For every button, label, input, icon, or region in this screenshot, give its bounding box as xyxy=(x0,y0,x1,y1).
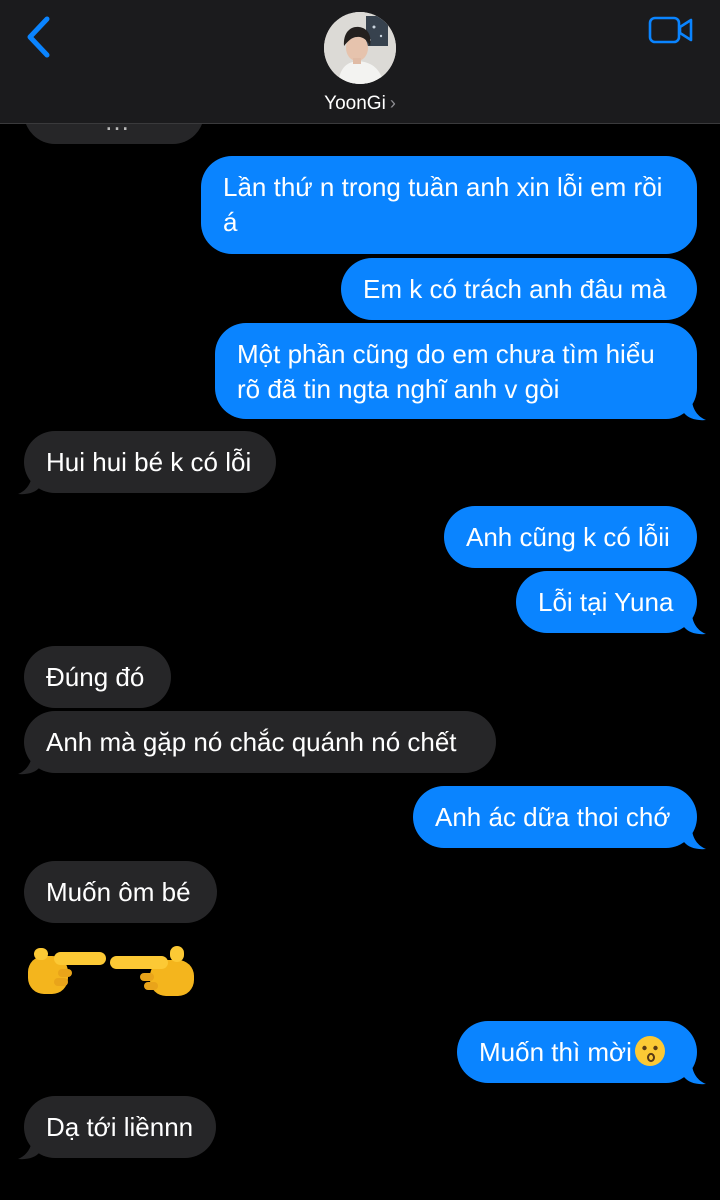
emoji-message[interactable] xyxy=(24,938,204,1000)
message-bubble-incoming[interactable]: Đúng đó xyxy=(24,646,171,708)
bubble-tail xyxy=(684,613,706,635)
message-text: Muốn ôm bé xyxy=(46,877,191,907)
bubble-tail xyxy=(684,399,706,421)
message-text: Anh mà gặp nó chắc quánh nó chết xyxy=(46,727,457,757)
bubble-tail xyxy=(684,828,706,850)
message-text: Đúng đó xyxy=(46,662,145,692)
message-bubble-outgoing[interactable]: Anh ác dữa thoi chớ xyxy=(413,786,697,848)
bubble-tail xyxy=(18,473,40,495)
message-text: Anh ác dữa thoi chớ xyxy=(435,802,671,832)
avatar[interactable] xyxy=(324,12,396,84)
message-bubble-incoming[interactable]: Hui hui bé k có lỗi xyxy=(24,431,276,493)
message-bubble-outgoing[interactable]: Lỗi tại Yuna xyxy=(516,571,697,633)
avatar-photo xyxy=(324,12,396,84)
message-text: Em k có trách anh đâu mà xyxy=(363,274,667,304)
message-text: Muốn thì mời xyxy=(479,1037,632,1067)
message-bubble-incoming[interactable]: Muốn ôm bé xyxy=(24,861,217,923)
back-button[interactable] xyxy=(20,14,60,60)
bubble-tail xyxy=(18,1138,40,1160)
message-text: Một phần cũng do em chưa tìm hiểu rõ đã … xyxy=(237,339,655,404)
bubble-tail xyxy=(18,753,40,775)
message-bubble-incoming[interactable]: Dạ tới liềnnn xyxy=(24,1096,216,1158)
message-bubble-outgoing[interactable]: Muốn thì mời xyxy=(457,1021,697,1083)
bubble-tail xyxy=(684,1063,706,1085)
pointing-fingers-emoji xyxy=(28,946,194,996)
conversation-header: YoonGi › xyxy=(0,0,720,124)
chevron-right-icon: › xyxy=(389,93,396,113)
chevron-left-icon xyxy=(27,16,50,58)
message-text: Anh cũng k có lỗii xyxy=(466,522,670,552)
message-text: Lần thứ n trong tuần anh xin lỗi em rồi … xyxy=(223,172,663,237)
kissing-face-emoji xyxy=(634,1036,665,1066)
message-bubble-outgoing[interactable]: Lần thứ n trong tuần anh xin lỗi em rồi … xyxy=(201,156,697,254)
video-camera-icon xyxy=(648,16,693,44)
message-bubble-outgoing[interactable]: Em k có trách anh đâu mà xyxy=(341,258,697,320)
message-bubble-outgoing[interactable]: Anh cũng k có lỗii xyxy=(444,506,697,568)
message-bubble-outgoing[interactable]: Một phần cũng do em chưa tìm hiểu rõ đã … xyxy=(215,323,697,419)
contact-name: YoonGi xyxy=(324,93,386,114)
video-call-button[interactable] xyxy=(646,14,696,50)
contact-name-button[interactable]: YoonGi › xyxy=(0,93,720,115)
message-bubble-incoming[interactable]: Anh mà gặp nó chắc quánh nó chết xyxy=(24,711,496,773)
message-text: Dạ tới liềnnn xyxy=(46,1112,194,1142)
message-text: Lỗi tại Yuna xyxy=(538,587,674,617)
message-text: Hui hui bé k có lỗi xyxy=(46,447,252,477)
